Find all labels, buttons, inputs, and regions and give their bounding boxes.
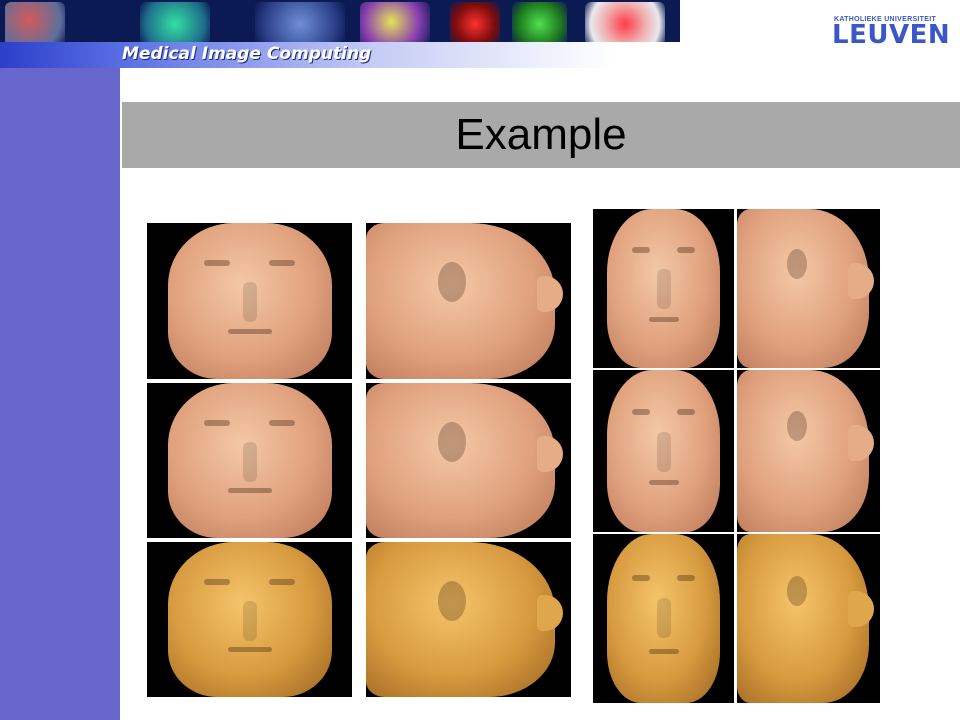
blue-render-thumbnail	[255, 2, 345, 46]
title-bar: Example	[122, 102, 960, 168]
face-render-profile	[737, 534, 880, 703]
green-render-thumbnail	[140, 2, 210, 46]
logo-line-2: LEUVEN	[832, 20, 951, 50]
red-blob-thumbnail	[585, 2, 665, 46]
slide-title: Example	[455, 110, 627, 159]
sidebar-band	[0, 0, 120, 720]
university-logo: KATHOLIEKE UNIVERSITEIT LEUVEN	[832, 16, 951, 50]
face-render-profile	[737, 370, 880, 532]
red-tracts-thumbnail	[450, 2, 500, 46]
face-render-profile	[737, 209, 880, 368]
face-render-frontal	[147, 542, 352, 697]
face-render-profile	[366, 542, 571, 697]
face-render-frontal	[593, 534, 734, 703]
face-render-profile	[366, 383, 571, 538]
face-render-frontal	[593, 209, 734, 368]
banner-title: Medical Image Computing	[122, 44, 372, 64]
face-render-frontal	[593, 370, 734, 532]
skull-render-thumbnail	[360, 2, 430, 46]
face-render-frontal	[147, 383, 352, 538]
brain-render-thumbnail	[5, 2, 65, 46]
header-banner: Medical Image Computing	[0, 0, 680, 68]
green-brain-thumbnail	[512, 2, 567, 46]
face-render-frontal	[147, 223, 352, 379]
face-render-profile	[366, 223, 571, 379]
